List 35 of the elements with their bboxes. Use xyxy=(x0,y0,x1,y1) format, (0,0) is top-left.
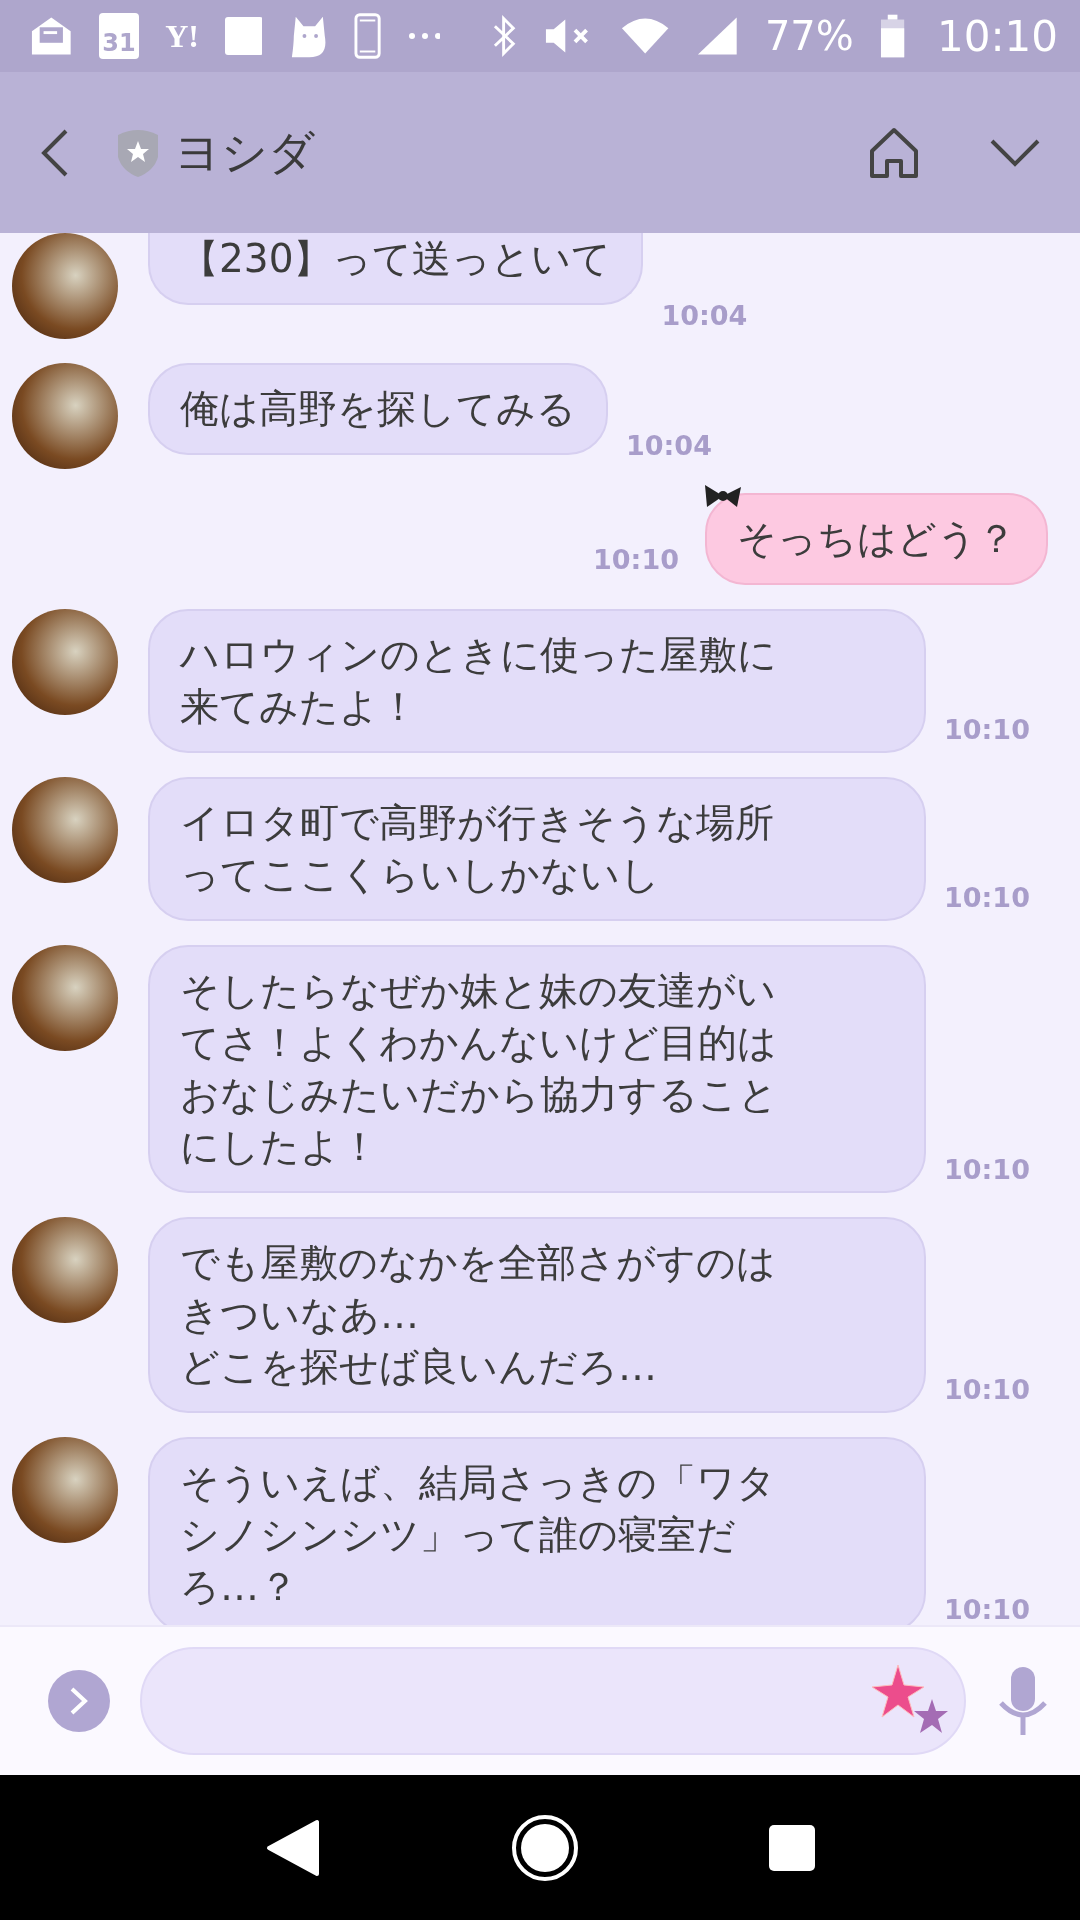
message-time: 10:10 xyxy=(944,1594,1030,1625)
message-bubble: そしたらなぜか妹と妹の友達がい てさ！よくわかんないけど目的は おなじみたいだから協力すること にしたよ！ xyxy=(148,945,926,1193)
message-time: 10:10 xyxy=(944,1374,1030,1405)
battery-icon xyxy=(879,14,905,58)
wifi-icon xyxy=(619,16,671,56)
message-bubble: イロタ町で高野が行きそうな場所 ってここくらいしかないし xyxy=(148,777,926,921)
yahoo-logo: Y! xyxy=(165,17,199,55)
message-time: 10:10 xyxy=(944,714,1030,745)
message-time: 10:10 xyxy=(944,882,1030,913)
message-bubble: 【230】って送っといて xyxy=(148,233,644,305)
recents-square-icon[interactable] xyxy=(769,1824,815,1871)
message-bubble: そういえば、結局さっきの「ワタ シノシンシツ」って誰の寝室だ ろ…？ xyxy=(148,1437,926,1625)
signal-icon xyxy=(696,15,739,57)
message-time: 10:10 xyxy=(593,544,679,575)
back-triangle-icon[interactable] xyxy=(265,1818,321,1877)
chevron-right-icon xyxy=(68,1686,90,1716)
message-bubble: でも屋敷のなかを全部さがすのは きついなあ… どこを探せば良いんだろ… xyxy=(148,1217,926,1413)
back-icon[interactable] xyxy=(40,127,70,178)
home-icon[interactable] xyxy=(868,126,920,179)
home-circle-icon[interactable] xyxy=(511,1813,579,1882)
message-time: 10:10 xyxy=(944,1154,1030,1185)
message-bubble: ハロウィンのときに使った屋敷に 来てみたよ！ xyxy=(148,609,926,753)
status-time: 10:10 xyxy=(936,11,1058,61)
chat-title: ヨシダ xyxy=(174,123,315,181)
more-icon xyxy=(407,32,441,40)
phone-icon xyxy=(354,12,382,60)
calendar-icon: 31 xyxy=(98,13,140,59)
mail-icon xyxy=(30,15,73,57)
message-time: 10:04 xyxy=(626,430,712,461)
chevron-down-icon[interactable] xyxy=(990,138,1040,167)
message-time: 10:04 xyxy=(661,300,748,331)
bow-icon xyxy=(703,483,743,509)
battery-percent: 77% xyxy=(764,13,854,59)
message-bubble: 俺は高野を探してみる xyxy=(148,363,608,455)
bluetooth-icon xyxy=(492,14,518,58)
